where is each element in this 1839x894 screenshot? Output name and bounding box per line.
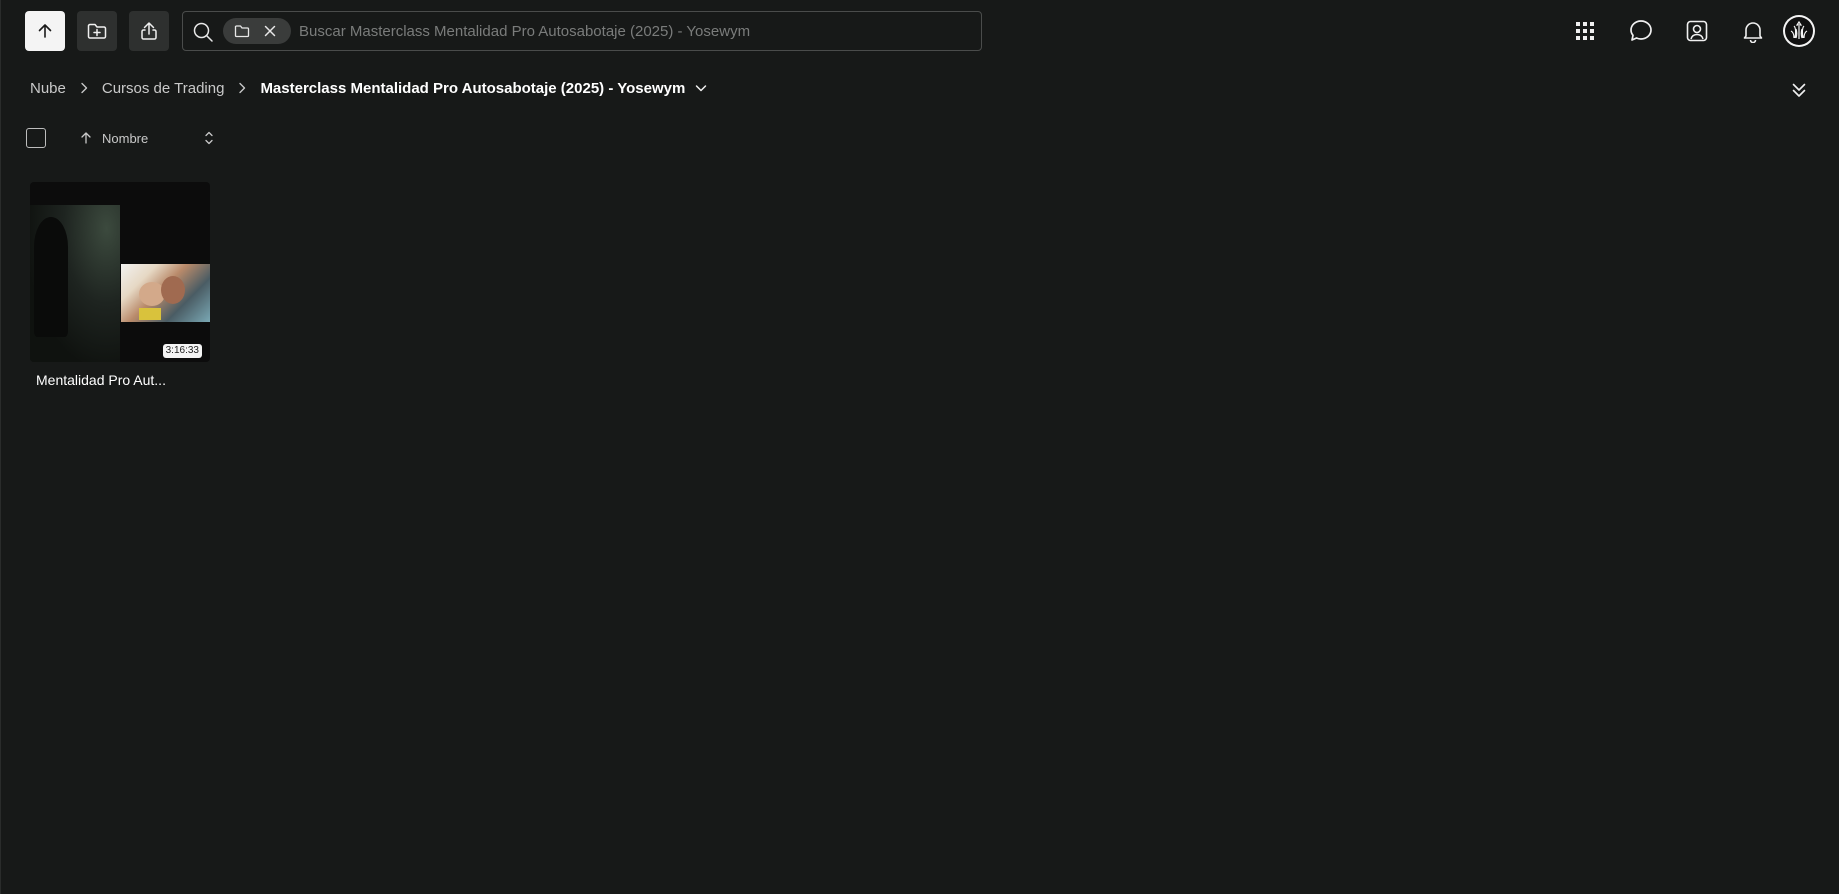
apps-grid-icon[interactable]: [1571, 17, 1599, 45]
sort-label: Nombre: [102, 130, 149, 146]
search-input[interactable]: [299, 12, 959, 50]
select-all-checkbox[interactable]: [26, 128, 46, 148]
top-bar: [25, 11, 1815, 51]
new-folder-button[interactable]: [77, 11, 117, 51]
collapse-toggle-button[interactable]: [1789, 80, 1809, 100]
video-duration-badge: 3:16:33: [162, 344, 202, 358]
breadcrumb-current-folder[interactable]: Masterclass Mentalidad Pro Autosabotaje …: [260, 80, 685, 97]
chevron-right-icon: [237, 82, 247, 94]
chevron-down-icon[interactable]: [695, 83, 707, 93]
double-chevron-down-icon: [1792, 83, 1806, 97]
sort-toggle-icon[interactable]: [203, 129, 215, 150]
file-browser-page: Nube Cursos de Trading Masterclass Menta…: [0, 0, 1839, 894]
search-scope-chip[interactable]: [223, 18, 291, 44]
search-icon: [192, 21, 214, 48]
chat-icon[interactable]: [1627, 17, 1655, 45]
sort-arrow-up-icon: [81, 132, 91, 144]
search-bar: [182, 11, 982, 51]
file-tile[interactable]: 3:16:33 Mentalidad Pro Aut...: [30, 182, 210, 388]
folder-plus-icon: [87, 23, 107, 39]
breadcrumb-item-nube[interactable]: Nube: [30, 80, 66, 97]
breadcrumb: Nube Cursos de Trading Masterclass Menta…: [30, 78, 707, 98]
contacts-icon[interactable]: [1683, 17, 1711, 45]
chevron-right-icon: [79, 82, 89, 94]
upload-button[interactable]: [25, 11, 65, 51]
arrow-up-icon: [38, 24, 52, 38]
sort-by-name[interactable]: Nombre: [79, 129, 215, 147]
video-thumbnail: 3:16:33: [30, 182, 210, 362]
close-icon[interactable]: [263, 24, 277, 43]
share-button[interactable]: [129, 11, 169, 51]
breadcrumb-item-cursos[interactable]: Cursos de Trading: [102, 80, 225, 97]
share-icon: [141, 22, 157, 40]
file-name: Mentalidad Pro Aut...: [36, 372, 166, 388]
folder-icon: [234, 24, 250, 43]
bell-icon[interactable]: [1739, 17, 1767, 45]
avatar[interactable]: [1783, 15, 1815, 47]
